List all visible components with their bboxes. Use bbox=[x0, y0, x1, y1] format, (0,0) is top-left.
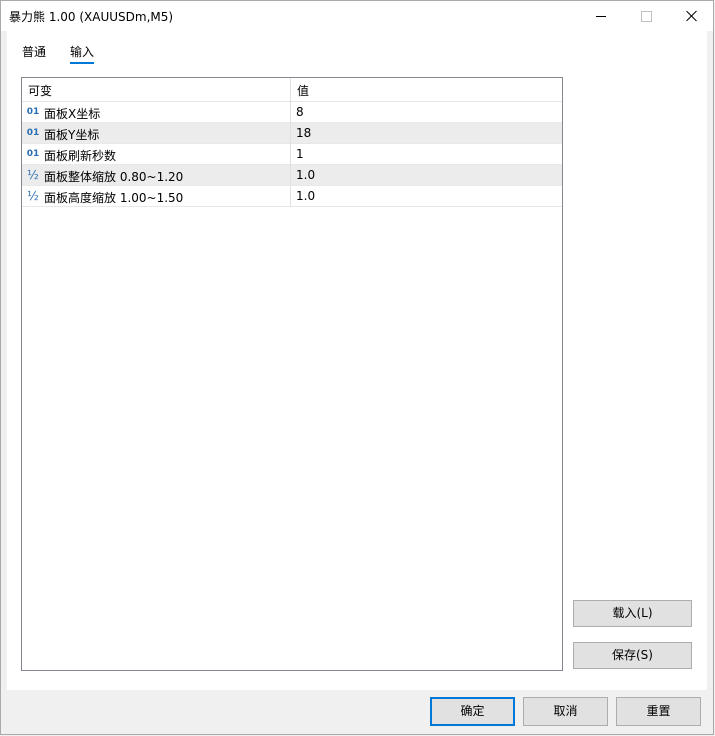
param-value[interactable]: 1.0 bbox=[296, 189, 315, 203]
close-icon bbox=[686, 10, 698, 22]
minimize-icon bbox=[596, 15, 606, 17]
tab-panel: 普通 输入 可变 值 01 面板X坐标 8 01 面板Y坐标 18 01 面板刷… bbox=[7, 30, 707, 690]
reset-button[interactable]: 重置 bbox=[616, 697, 701, 726]
tab-selected-indicator bbox=[70, 62, 94, 64]
integer-type-icon: 01 bbox=[26, 107, 40, 117]
save-button[interactable]: 保存(S) bbox=[573, 642, 692, 669]
load-button[interactable]: 载入(L) bbox=[573, 600, 692, 627]
grid-header: 可变 值 bbox=[22, 78, 562, 102]
param-value[interactable]: 1 bbox=[296, 147, 304, 161]
table-row[interactable]: ½ 面板整体缩放 0.80~1.20 1.0 bbox=[22, 165, 562, 186]
param-name: 面板X坐标 bbox=[44, 107, 101, 121]
cancel-button[interactable]: 取消 bbox=[523, 697, 608, 726]
maximize-icon bbox=[640, 10, 652, 22]
param-value[interactable]: 18 bbox=[296, 126, 311, 140]
window-title: 暴力熊 1.00 (XAUUSDm,M5) bbox=[9, 10, 174, 24]
integer-type-icon: 01 bbox=[26, 149, 40, 159]
column-separator[interactable] bbox=[290, 78, 291, 207]
tab-input[interactable]: 输入 bbox=[70, 43, 94, 60]
column-header-value[interactable]: 值 bbox=[297, 82, 309, 99]
table-row[interactable]: ½ 面板高度缩放 1.00~1.50 1.0 bbox=[22, 186, 562, 207]
ok-button[interactable]: 确定 bbox=[430, 697, 515, 726]
close-button[interactable] bbox=[669, 1, 715, 31]
integer-type-icon: 01 bbox=[26, 128, 40, 138]
param-name: 面板整体缩放 0.80~1.20 bbox=[44, 170, 184, 184]
double-type-icon: ½ bbox=[27, 168, 39, 182]
table-row[interactable]: 01 面板X坐标 8 bbox=[22, 102, 562, 123]
maximize-button[interactable] bbox=[623, 1, 669, 31]
minimize-button[interactable] bbox=[578, 1, 624, 31]
param-name: 面板刷新秒数 bbox=[44, 149, 117, 163]
column-header-name[interactable]: 可变 bbox=[28, 82, 52, 99]
param-value[interactable]: 1.0 bbox=[296, 168, 315, 182]
param-value[interactable]: 8 bbox=[296, 105, 304, 119]
parameters-grid[interactable]: 可变 值 01 面板X坐标 8 01 面板Y坐标 18 01 面板刷新秒数 1 … bbox=[21, 77, 563, 671]
param-name: 面板高度缩放 1.00~1.50 bbox=[44, 191, 184, 205]
table-row[interactable]: 01 面板刷新秒数 1 bbox=[22, 144, 562, 165]
tab-general[interactable]: 普通 bbox=[22, 43, 46, 60]
param-name: 面板Y坐标 bbox=[44, 128, 100, 142]
title-bar[interactable]: 暴力熊 1.00 (XAUUSDm,M5) bbox=[1, 1, 713, 31]
double-type-icon: ½ bbox=[27, 189, 39, 203]
table-row[interactable]: 01 面板Y坐标 18 bbox=[22, 123, 562, 144]
